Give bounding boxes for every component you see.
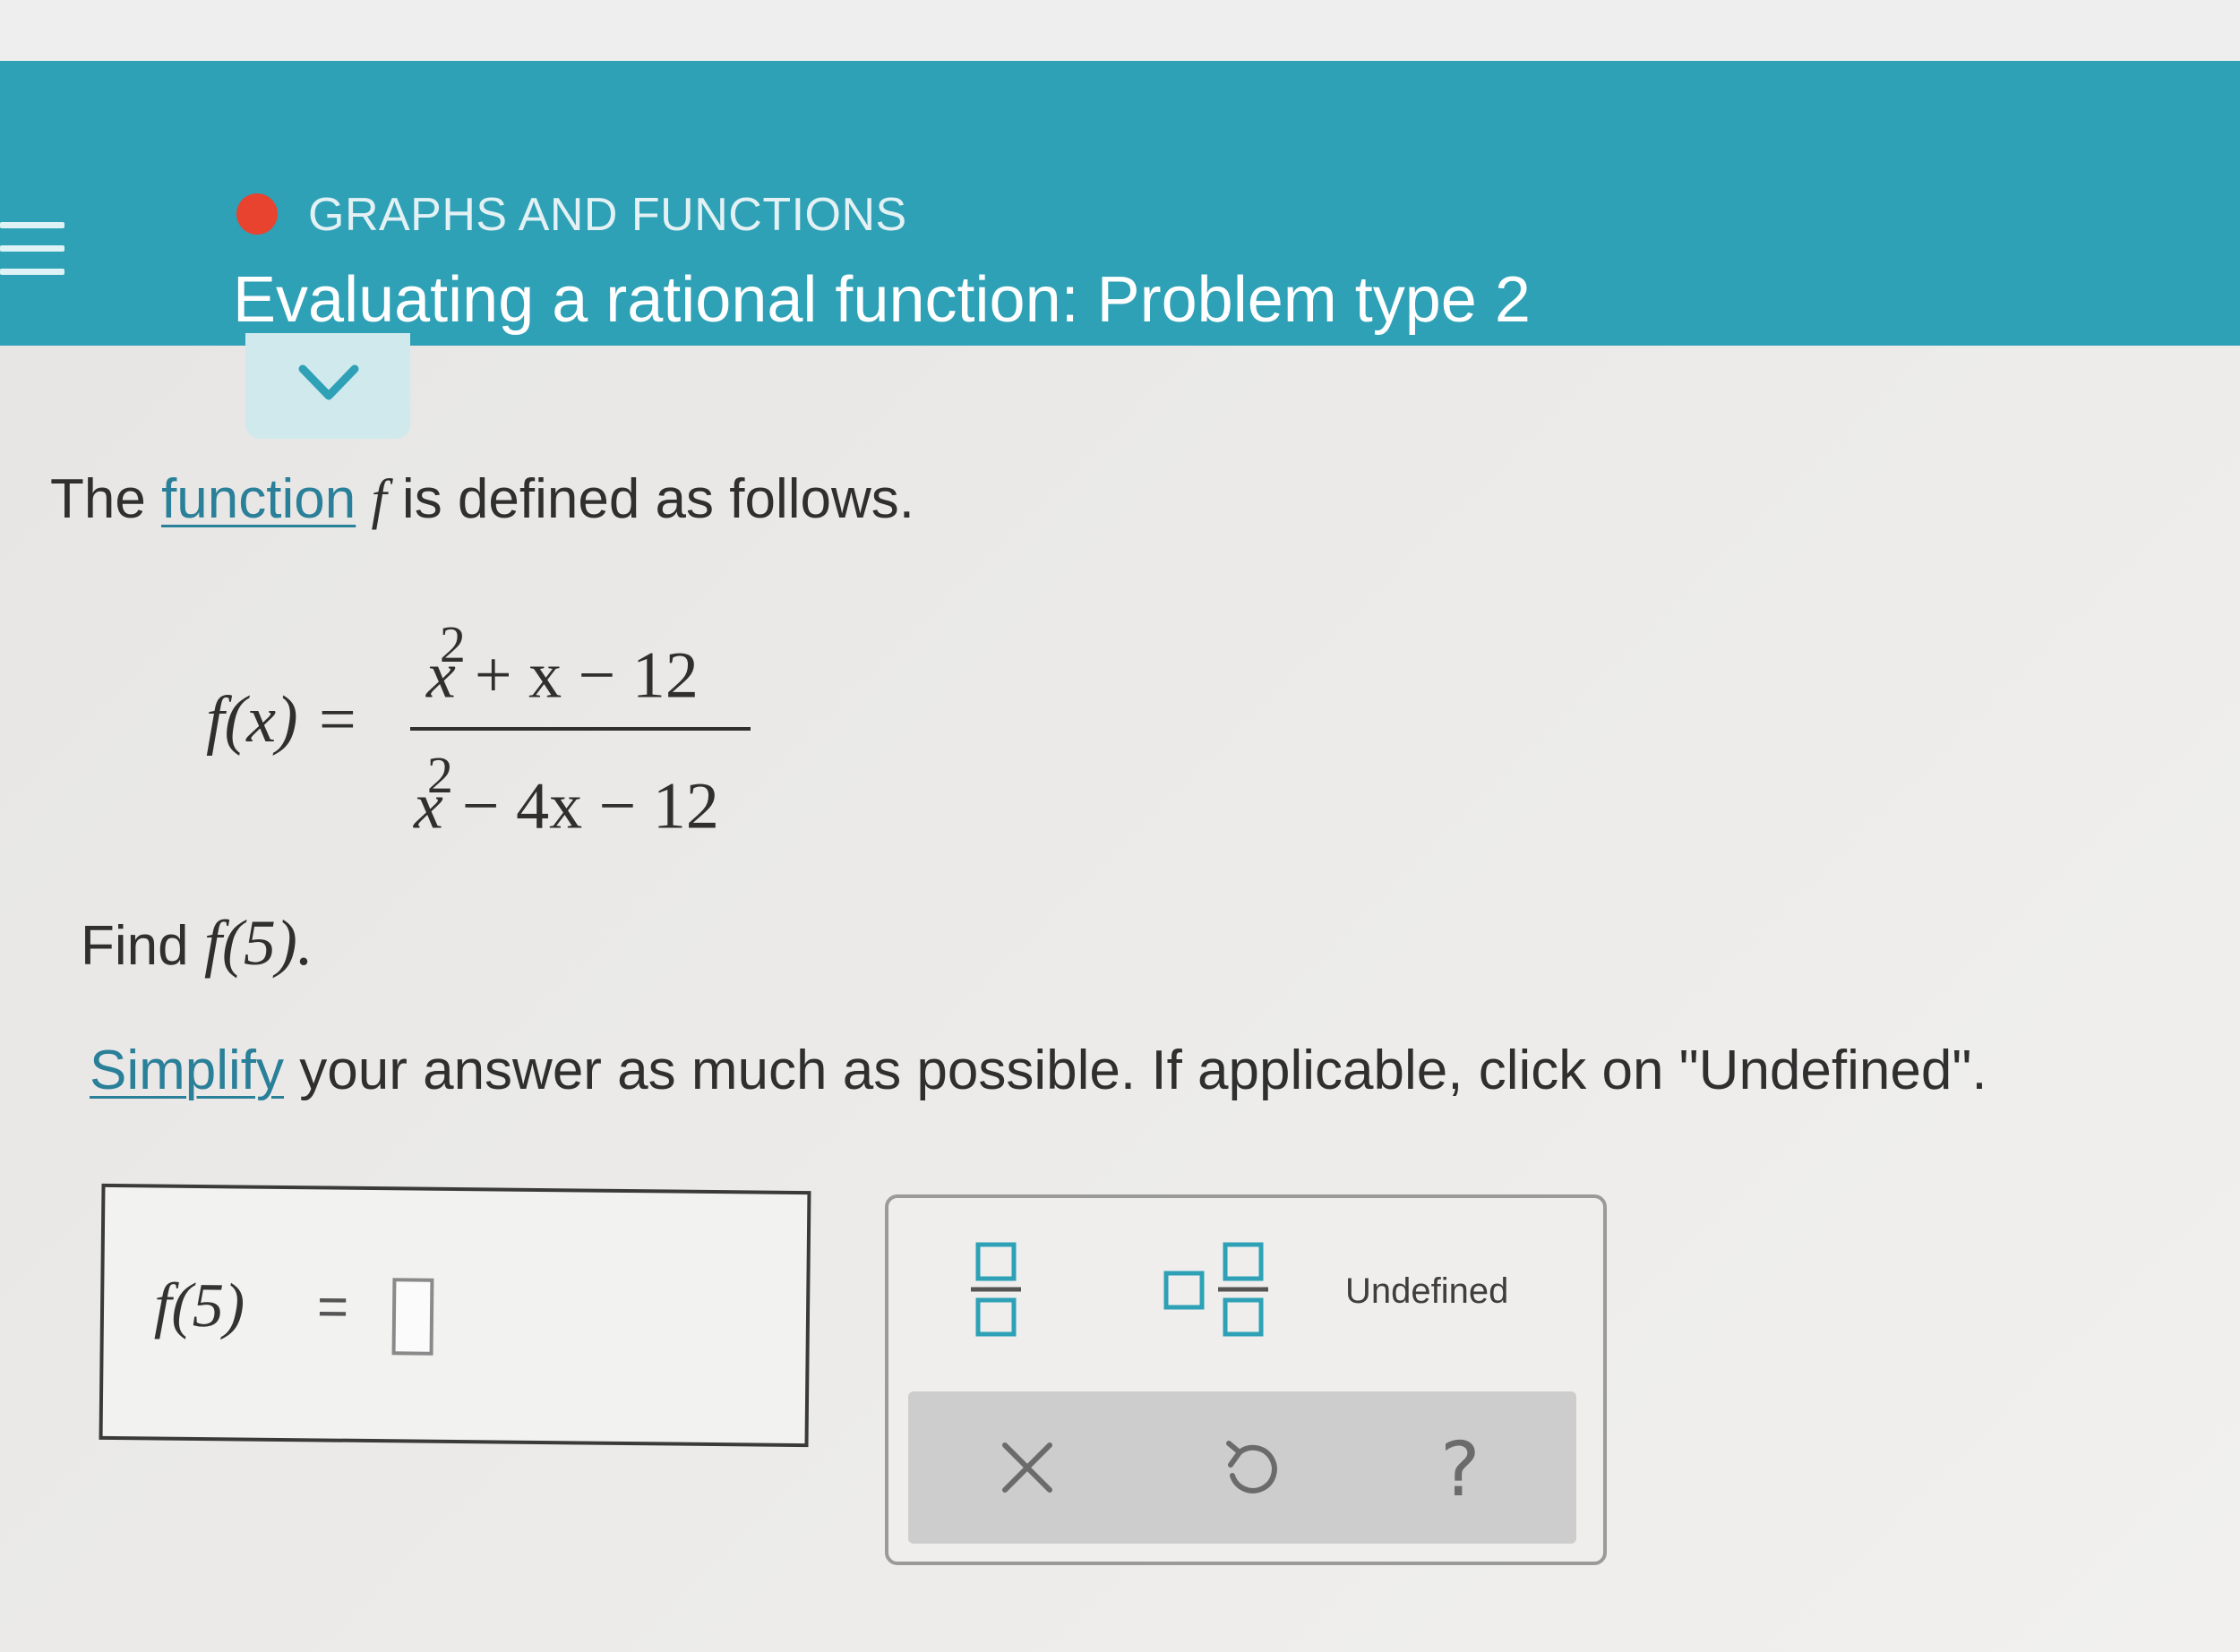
page-title: Evaluating a rational function: Problem … [233,264,1531,336]
fraction-bar [410,727,751,731]
answer-equals: = [316,1276,349,1337]
browser-top-strip [0,0,2240,61]
fraction-denominator: x2− 4x − 12 [414,746,719,843]
topic-header: GRAPHS AND FUNCTIONS Evaluating a ration… [0,61,2240,346]
intro-text: The [50,468,162,530]
find-prompt: Find f(5). [81,907,313,979]
function-lhs: f(x) = [206,683,360,757]
fraction-icon[interactable] [969,1241,1023,1340]
topic-status-dot [236,193,278,235]
keypad-actions: ? [908,1391,1576,1544]
answer-box[interactable]: f(5) = [99,1183,811,1448]
problem-intro: The function f is defined as follows. [50,467,914,532]
collapse-header-button[interactable] [245,333,410,439]
mixed-number-icon[interactable] [1163,1241,1279,1340]
hamburger-icon[interactable] [0,222,68,290]
function-link[interactable]: function [161,468,356,530]
instruction-text: Simplify your answer as much as possible… [90,1040,1987,1101]
chevron-down-icon [298,364,359,400]
undefined-button[interactable]: Undefined [1345,1271,1508,1312]
function-variable: f [371,469,387,530]
math-keypad: Undefined ? [885,1194,1607,1565]
intro-text-end: is defined as follows. [386,468,914,530]
help-icon[interactable]: ? [1440,1425,1480,1513]
answer-label: f(5) [153,1271,245,1341]
page: GRAPHS AND FUNCTIONS Evaluating a ration… [0,0,2240,1652]
find-expression: f(5). [203,907,313,979]
answer-input[interactable] [391,1278,434,1356]
topic-label: GRAPHS AND FUNCTIONS [308,189,907,241]
simplify-link[interactable]: Simplify [90,1040,284,1101]
close-icon[interactable] [998,1438,1057,1497]
undo-icon[interactable] [1222,1438,1281,1501]
fraction-numerator: x2 + x − 12 [426,615,699,713]
